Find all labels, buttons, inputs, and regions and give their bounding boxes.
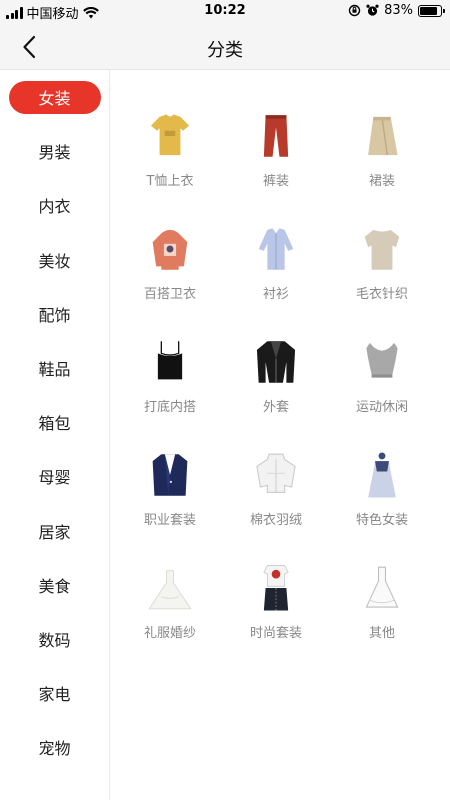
camisole-icon: [140, 332, 200, 392]
page-title: 分类: [207, 40, 243, 61]
subcategory-label: 裤装: [262, 174, 289, 189]
blazer-icon: [140, 445, 200, 505]
dress-icon: [352, 445, 412, 505]
sidebar-item-label: 美妆: [38, 251, 71, 271]
subcategory-item[interactable]: 礼服婚纱: [115, 540, 225, 650]
nav-bar: 分类: [0, 24, 450, 70]
subcategory-item[interactable]: 百搭卫衣: [115, 201, 225, 311]
sidebar-item[interactable]: 箱包: [0, 395, 109, 449]
status-bar: 中国移动 10:22 83%: [0, 0, 450, 24]
sidebar-item[interactable]: 家电: [0, 666, 109, 720]
battery-percent: 83%: [384, 3, 413, 18]
subcategory-label: 特色女装: [355, 513, 408, 528]
subcategory-label: 外套: [262, 400, 289, 415]
sidebar-item-label: 母婴: [38, 468, 71, 488]
subcategory-item[interactable]: 裙装: [327, 88, 437, 198]
sidebar-item[interactable]: 内衣: [0, 178, 109, 232]
jacket-icon: [246, 332, 306, 392]
subcategory-item[interactable]: T恤上衣: [115, 88, 225, 198]
outfit-set-icon: [246, 558, 306, 618]
sidebar-item-label: 配饰: [38, 305, 71, 325]
subcategory-item[interactable]: 运动休闲: [327, 314, 437, 424]
subcategory-item[interactable]: 特色女装: [327, 427, 437, 537]
subcategory-item[interactable]: 职业套装: [115, 427, 225, 537]
status-right: 83%: [348, 3, 445, 18]
sidebar-item[interactable]: 鞋品: [0, 341, 109, 395]
sidebar-item[interactable]: 宠物: [0, 720, 109, 774]
sidebar-item[interactable]: 美妆: [0, 233, 109, 287]
wedding-dress-icon: [140, 558, 200, 618]
subcategory-item[interactable]: 打底内搭: [115, 314, 225, 424]
subcategory-label: 时尚套装: [249, 626, 302, 641]
sidebar-item[interactable]: 男装: [0, 124, 109, 178]
sweater-icon: [352, 219, 412, 279]
pants-icon: [246, 106, 306, 166]
subcategory-label: 毛衣针织: [355, 287, 408, 302]
sidebar-item-label: 女装: [8, 80, 101, 114]
sidebar-item-label: 鞋品: [38, 360, 71, 380]
sidebar-item[interactable]: 母婴: [0, 449, 109, 503]
sidebar-item-label: 数码: [38, 630, 71, 650]
sidebar-item-label: 居家: [38, 522, 71, 542]
subcategory-label: 礼服婚纱: [143, 626, 196, 641]
sidebar-item-label: 内衣: [38, 197, 71, 217]
subcategory-label: 打底内搭: [143, 400, 196, 415]
category-sidebar: 女装男装内衣美妆配饰鞋品箱包母婴居家美食数码家电宠物: [0, 70, 110, 800]
down-jacket-icon: [246, 445, 306, 505]
subcategory-label: T恤上衣: [146, 174, 194, 189]
battery-fill: [420, 6, 437, 15]
subcategory-item[interactable]: 外套: [221, 314, 331, 424]
gown-icon: [352, 558, 412, 618]
sidebar-item[interactable]: 美食: [0, 558, 109, 612]
skirt-icon: [352, 106, 412, 166]
hoodie-icon: [140, 219, 200, 279]
subcategory-item[interactable]: 棉衣羽绒: [221, 427, 331, 537]
subcategory-item[interactable]: 衬衫: [221, 201, 331, 311]
subcategory-label: 棉衣羽绒: [249, 513, 302, 528]
subcategory-label: 百搭卫衣: [143, 287, 196, 302]
subcategory-item[interactable]: 其他: [327, 540, 437, 650]
subcategory-label: 其他: [368, 626, 395, 641]
subcategory-item[interactable]: 裤装: [221, 88, 331, 198]
subcategory-label: 运动休闲: [355, 400, 408, 415]
sidebar-item-label: 美食: [38, 576, 71, 596]
sidebar-item-label: 宠物: [38, 739, 71, 759]
alarm-icon: [366, 4, 379, 16]
subcategory-label: 裙装: [368, 174, 395, 189]
tshirt-icon: [140, 106, 200, 166]
sports-top-icon: [352, 332, 412, 392]
shirt-icon: [246, 219, 306, 279]
subcategory-item[interactable]: 时尚套装: [221, 540, 331, 650]
battery-icon: [418, 4, 445, 17]
rotation-lock-icon: [348, 4, 361, 17]
sidebar-item[interactable]: 居家: [0, 504, 109, 558]
subcategory-item[interactable]: 毛衣针织: [327, 201, 437, 311]
sidebar-item[interactable]: 配饰: [0, 287, 109, 341]
sidebar-item[interactable]: 女装: [0, 70, 109, 124]
subcategory-label: 衬衫: [262, 287, 289, 302]
subcategory-label: 职业套装: [143, 513, 196, 528]
sidebar-item-label: 男装: [38, 143, 71, 163]
sidebar-item-label: 箱包: [38, 414, 71, 434]
sidebar-item-label: 家电: [38, 685, 71, 705]
sidebar-item[interactable]: 数码: [0, 612, 109, 666]
